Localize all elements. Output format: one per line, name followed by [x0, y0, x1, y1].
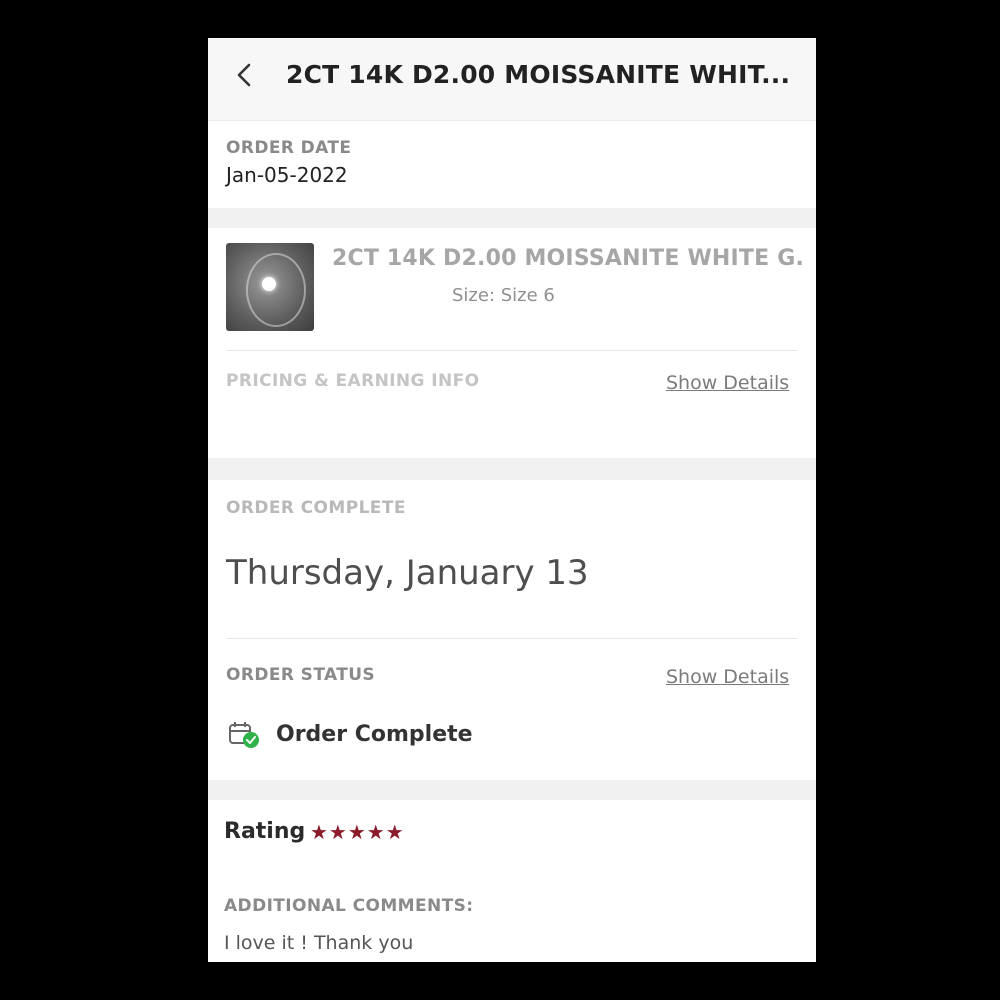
additional-comments-label: ADDITIONAL COMMENTS: [224, 896, 474, 916]
rating-label: Rating [224, 819, 306, 844]
pricing-label: PRICING & EARNING INFO [226, 371, 480, 391]
pricing-show-details-link[interactable]: Show Details [666, 372, 789, 394]
order-date-label: ORDER DATE [226, 138, 352, 158]
rating-stars: ★★★★★ [310, 820, 405, 844]
ring-gem-shape [262, 277, 276, 291]
calendar-check-icon [228, 721, 262, 751]
comment-text: I love it ! Thank you [224, 932, 414, 954]
divider [226, 638, 798, 639]
order-complete-label: ORDER COMPLETE [226, 498, 406, 518]
section-separator [208, 458, 816, 480]
product-title[interactable]: 2CT 14K D2.00 MOISSANITE WHITE G... [332, 246, 802, 271]
ring-band-shape [246, 253, 306, 327]
header-bar: 2CT 14K D2.00 MOISSANITE WHIT... [208, 38, 816, 121]
order-status-label: ORDER STATUS [226, 665, 376, 685]
order-date-value: Jan-05-2022 [226, 163, 348, 187]
status-show-details-link[interactable]: Show Details [666, 666, 789, 688]
order-status-text: Order Complete [276, 722, 473, 747]
product-thumbnail[interactable] [226, 243, 314, 331]
back-arrow-icon[interactable] [230, 60, 260, 90]
order-complete-date: Thursday, January 13 [226, 553, 589, 593]
divider [226, 350, 798, 351]
section-separator [208, 780, 816, 800]
product-size: Size: Size 6 [452, 285, 555, 306]
page-title: 2CT 14K D2.00 MOISSANITE WHIT... [286, 60, 791, 89]
order-detail-screen: 2CT 14K D2.00 MOISSANITE WHIT... ORDER D… [208, 38, 816, 962]
section-separator [208, 208, 816, 228]
